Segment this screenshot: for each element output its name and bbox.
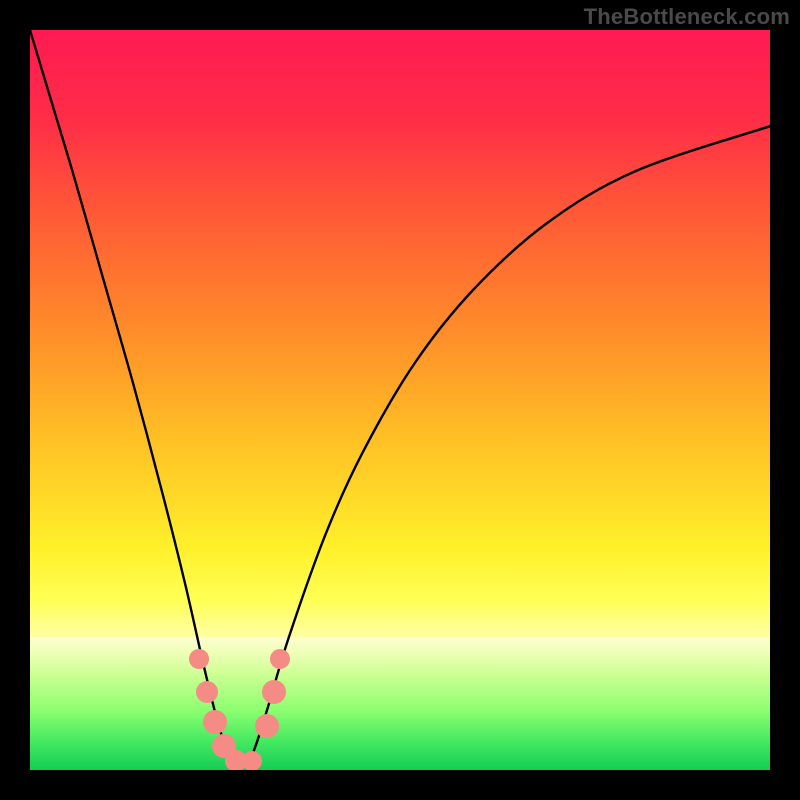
data-marker bbox=[270, 649, 290, 669]
plot-area bbox=[30, 30, 770, 770]
data-marker bbox=[189, 649, 209, 669]
data-marker bbox=[203, 710, 227, 734]
curve-layer bbox=[30, 30, 770, 770]
data-marker bbox=[262, 680, 286, 704]
data-marker bbox=[196, 681, 218, 703]
data-marker bbox=[255, 714, 279, 738]
bottleneck-curve bbox=[30, 30, 770, 766]
watermark-text: TheBottleneck.com bbox=[584, 4, 790, 30]
chart-frame: TheBottleneck.com bbox=[0, 0, 800, 800]
data-marker bbox=[242, 751, 262, 770]
